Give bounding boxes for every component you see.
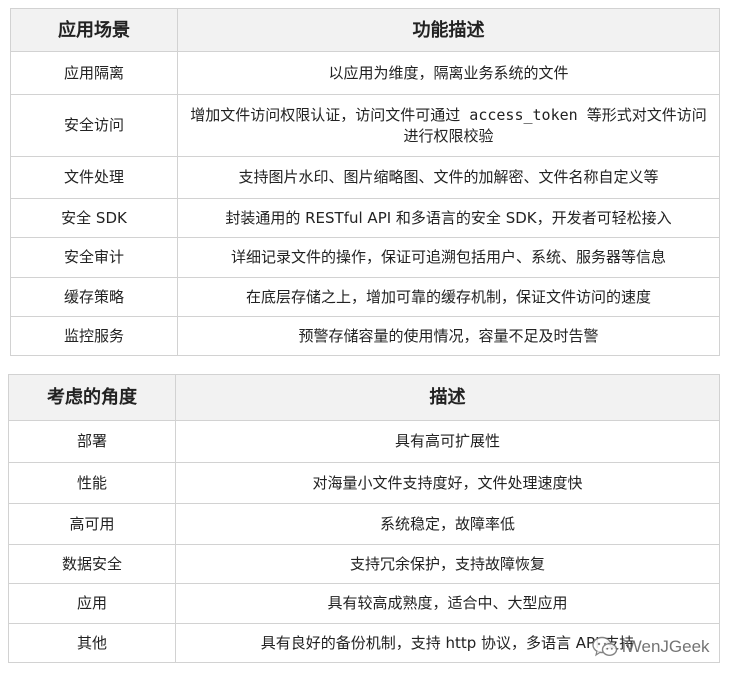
angle-cell: 高可用 bbox=[8, 503, 176, 545]
description-cell: 具有高可扩展性 bbox=[175, 420, 720, 463]
description-cell: 增加文件访问权限认证，访问文件可通过 access_token 等形式对文件访问… bbox=[177, 94, 720, 157]
scene-cell: 文件处理 bbox=[10, 156, 178, 199]
table-row: 部署 具有高可扩展性 bbox=[8, 420, 720, 463]
table-row: 监控服务 预警存储容量的使用情况，容量不足及时告警 bbox=[10, 316, 720, 356]
description-cell: 封装通用的 RESTful API 和多语言的安全 SDK，开发者可轻松接入 bbox=[177, 198, 720, 238]
table-row: 文件处理 支持图片水印、图片缩略图、文件的加解密、文件名称自定义等 bbox=[10, 156, 720, 199]
scene-cell: 安全审计 bbox=[10, 237, 178, 278]
scene-cell: 应用隔离 bbox=[10, 51, 178, 95]
scene-cell: 安全 SDK bbox=[10, 198, 178, 238]
access-token-code: access_token bbox=[460, 105, 587, 124]
table-header-row: 应用场景 功能描述 bbox=[10, 8, 720, 52]
scene-cell: 监控服务 bbox=[10, 316, 178, 356]
angle-cell: 其他 bbox=[8, 623, 176, 663]
angle-cell: 部署 bbox=[8, 420, 176, 463]
angle-cell: 应用 bbox=[8, 583, 176, 624]
table-row: 应用 具有较高成熟度，适合中、大型应用 bbox=[8, 583, 720, 624]
angle-cell: 性能 bbox=[8, 462, 176, 504]
column-header-angle: 考虑的角度 bbox=[8, 374, 176, 421]
description-cell: 具有较高成熟度，适合中、大型应用 bbox=[175, 583, 720, 624]
table-row: 安全审计 详细记录文件的操作，保证可追溯包括用户、系统、服务器等信息 bbox=[10, 237, 720, 278]
watermark: iWenJGeek bbox=[592, 634, 710, 660]
scene-cell: 缓存策略 bbox=[10, 277, 178, 317]
description-cell: 详细记录文件的操作，保证可追溯包括用户、系统、服务器等信息 bbox=[177, 237, 720, 278]
considerations-table: 考虑的角度 描述 部署 具有高可扩展性 性能 对海量小文件支持度好，文件处理速度… bbox=[8, 374, 720, 663]
column-header-description: 描述 bbox=[175, 374, 720, 421]
table-row: 性能 对海量小文件支持度好，文件处理速度快 bbox=[8, 462, 720, 504]
table-row: 安全访问 增加文件访问权限认证，访问文件可通过 access_token 等形式… bbox=[10, 94, 720, 157]
description-cell: 在底层存储之上，增加可靠的缓存机制，保证文件访问的速度 bbox=[177, 277, 720, 317]
table-row: 应用隔离 以应用为维度，隔离业务系统的文件 bbox=[10, 51, 720, 95]
description-cell: 预警存储容量的使用情况，容量不足及时告警 bbox=[177, 316, 720, 356]
wechat-icon bbox=[592, 636, 618, 658]
description-cell: 系统稳定，故障率低 bbox=[175, 503, 720, 545]
table-header-row: 考虑的角度 描述 bbox=[8, 374, 720, 421]
watermark-text: iWenJGeek bbox=[622, 637, 710, 656]
angle-cell: 数据安全 bbox=[8, 544, 176, 584]
column-header-scene: 应用场景 bbox=[10, 8, 178, 52]
description-cell: 对海量小文件支持度好，文件处理速度快 bbox=[175, 462, 720, 504]
description-cell: 支持图片水印、图片缩略图、文件的加解密、文件名称自定义等 bbox=[177, 156, 720, 199]
table-row: 安全 SDK 封装通用的 RESTful API 和多语言的安全 SDK，开发者… bbox=[10, 198, 720, 238]
description-cell: 支持冗余保护，支持故障恢复 bbox=[175, 544, 720, 584]
column-header-description: 功能描述 bbox=[177, 8, 720, 52]
table-row: 数据安全 支持冗余保护，支持故障恢复 bbox=[8, 544, 720, 584]
table-row: 缓存策略 在底层存储之上，增加可靠的缓存机制，保证文件访问的速度 bbox=[10, 277, 720, 317]
description-text: 增加文件访问权限认证，访问文件可通过 bbox=[190, 105, 461, 124]
table-row: 高可用 系统稳定，故障率低 bbox=[8, 503, 720, 545]
scenario-table: 应用场景 功能描述 应用隔离 以应用为维度，隔离业务系统的文件 安全访问 增加文… bbox=[10, 8, 720, 356]
description-cell: 以应用为维度，隔离业务系统的文件 bbox=[177, 51, 720, 95]
scene-cell: 安全访问 bbox=[10, 94, 178, 157]
